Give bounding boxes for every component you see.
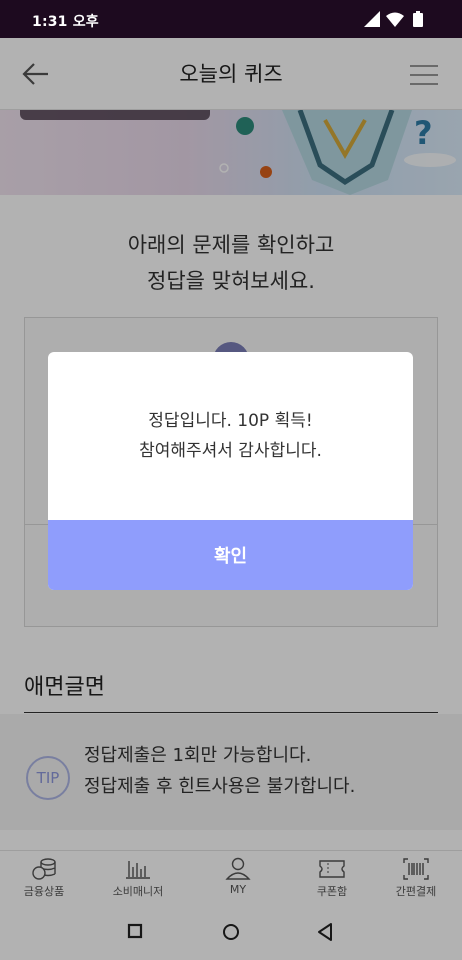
dialog-line-1: 정답입니다. 10P 획득! [148, 411, 313, 431]
status-time: 1:31 오후 [32, 14, 99, 30]
signal-icon [364, 11, 380, 27]
status-bar: 1:31 오후 [0, 0, 462, 38]
confirm-button[interactable]: 확인 [48, 520, 413, 590]
dialog-message: 정답입니다. 10P 획득! 참여해주셔서 감사합니다. [48, 406, 413, 466]
wifi-icon [386, 12, 404, 27]
battery-icon [413, 11, 423, 27]
status-icons [362, 10, 428, 28]
result-dialog: 정답입니다. 10P 획득! 참여해주셔서 감사합니다. 확인 [48, 352, 413, 590]
dialog-line-2: 참여해주셔서 감사합니다. [139, 441, 322, 461]
